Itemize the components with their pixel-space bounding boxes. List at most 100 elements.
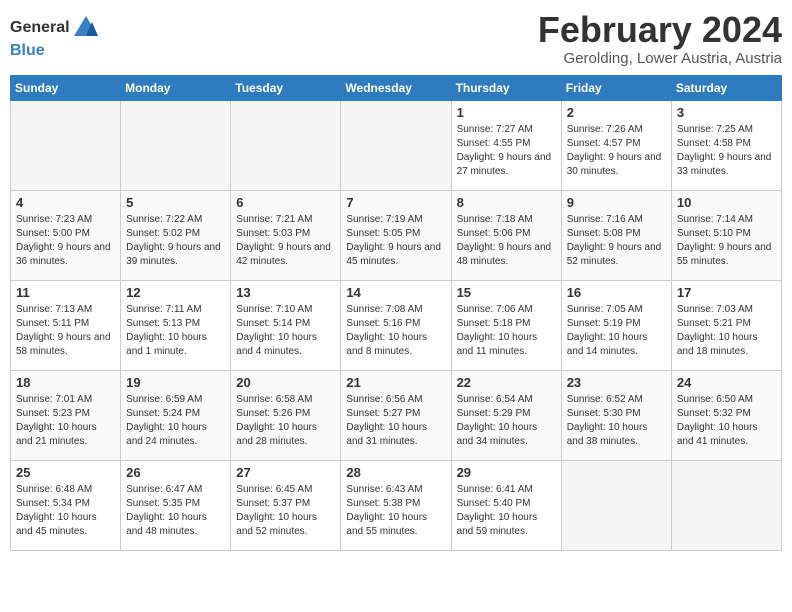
day-info: Sunrise: 6:58 AM Sunset: 5:26 PM Dayligh… — [236, 393, 335, 449]
day-number: 8 — [457, 195, 556, 210]
day-info: Sunrise: 7:14 AM Sunset: 5:10 PM Dayligh… — [677, 213, 776, 269]
title-block: February 2024 Gerolding, Lower Austria, … — [538, 10, 782, 67]
day-info: Sunrise: 7:01 AM Sunset: 5:23 PM Dayligh… — [16, 393, 115, 449]
day-number: 3 — [677, 105, 776, 120]
calendar-cell: 17Sunrise: 7:03 AM Sunset: 5:21 PM Dayli… — [671, 280, 781, 370]
calendar-cell: 6 Sunrise: 7:21 AM Sunset: 5:03 PM Daylig… — [231, 190, 341, 280]
calendar-cell: 16 Sunrise: 7:05 AM Sunset: 5:19 PM Dayli… — [561, 280, 671, 370]
calendar-cell: 9 Sunrise: 7:16 AM Sunset: 5:08 PM Daylig… — [561, 190, 671, 280]
day-number: 27 — [236, 465, 335, 480]
calendar-cell: 14 Sunrise: 7:08 AM Sunset: 5:16 PM Dayli… — [341, 280, 451, 370]
day-info: Sunrise: 7:25 AM Sunset: 4:58 PM Dayligh… — [677, 123, 776, 179]
day-info: Sunrise: 7:22 AM Sunset: 5:02 PM Dayligh… — [126, 213, 225, 269]
day-number: 16 — [567, 285, 666, 300]
calendar-cell: 21 Sunrise: 6:56 AM Sunset: 5:27 PM Dayli… — [341, 370, 451, 460]
day-info: Sunrise: 6:52 AM Sunset: 5:30 PM Dayligh… — [567, 393, 666, 449]
calendar-cell: 19 Sunrise: 6:59 AM Sunset: 5:24 PM Dayli… — [121, 370, 231, 460]
logo: General Blue — [10, 14, 100, 60]
month-year: February 2024 — [538, 10, 782, 50]
day-number: 6 — [236, 195, 335, 210]
calendar-cell: 24 Sunrise: 6:50 AM Sunset: 5:32 PM Dayli… — [671, 370, 781, 460]
day-number: 25 — [16, 465, 115, 480]
day-number: 18 — [16, 375, 115, 390]
weekday-header-friday: Friday — [561, 75, 671, 100]
day-info: Sunrise: 7:26 AM Sunset: 4:57 PM Dayligh… — [567, 123, 666, 179]
calendar-cell — [121, 100, 231, 190]
calendar-cell — [671, 460, 781, 550]
location: Gerolding, Lower Austria, Austria — [538, 50, 782, 67]
logo-blue: Blue — [10, 42, 45, 59]
calendar-cell: 8 Sunrise: 7:18 AM Sunset: 5:06 PM Daylig… — [451, 190, 561, 280]
day-info: Sunrise: 6:56 AM Sunset: 5:27 PM Dayligh… — [346, 393, 445, 449]
day-info: Sunrise: 7:06 AM Sunset: 5:18 PM Dayligh… — [457, 303, 556, 359]
day-info: Sunrise: 6:48 AM Sunset: 5:34 PM Dayligh… — [16, 483, 115, 539]
day-number: 22 — [457, 375, 556, 390]
day-number: 7 — [346, 195, 445, 210]
day-number: 26 — [126, 465, 225, 480]
day-number: 5 — [126, 195, 225, 210]
day-info: Sunrise: 7:18 AM Sunset: 5:06 PM Dayligh… — [457, 213, 556, 269]
day-info: Sunrise: 6:54 AM Sunset: 5:29 PM Dayligh… — [457, 393, 556, 449]
day-info: Sunrise: 7:10 AM Sunset: 5:14 PM Dayligh… — [236, 303, 335, 359]
day-info: Sunrise: 7:05 AM Sunset: 5:19 PM Dayligh… — [567, 303, 666, 359]
calendar-cell — [11, 100, 121, 190]
day-number: 4 — [16, 195, 115, 210]
week-row-1: 1 Sunrise: 7:27 AM Sunset: 4:55 PM Daylig… — [11, 100, 782, 190]
day-number: 14 — [346, 285, 445, 300]
day-number: 1 — [457, 105, 556, 120]
calendar-cell: 1 Sunrise: 7:27 AM Sunset: 4:55 PM Daylig… — [451, 100, 561, 190]
calendar-cell: 4 Sunrise: 7:23 AM Sunset: 5:00 PM Daylig… — [11, 190, 121, 280]
day-info: Sunrise: 7:16 AM Sunset: 5:08 PM Dayligh… — [567, 213, 666, 269]
day-info: Sunrise: 7:11 AM Sunset: 5:13 PM Dayligh… — [126, 303, 225, 359]
weekday-header-wednesday: Wednesday — [341, 75, 451, 100]
calendar-cell: 7Sunrise: 7:19 AM Sunset: 5:05 PM Daylig… — [341, 190, 451, 280]
calendar-cell: 20 Sunrise: 6:58 AM Sunset: 5:26 PM Dayli… — [231, 370, 341, 460]
day-number: 29 — [457, 465, 556, 480]
weekday-header-row: SundayMondayTuesdayWednesdayThursdayFrid… — [11, 75, 782, 100]
day-number: 11 — [16, 285, 115, 300]
week-row-5: 25 Sunrise: 6:48 AM Sunset: 5:34 PM Dayli… — [11, 460, 782, 550]
calendar-cell: 13Sunrise: 7:10 AM Sunset: 5:14 PM Dayli… — [231, 280, 341, 370]
week-row-4: 18 Sunrise: 7:01 AM Sunset: 5:23 PM Dayli… — [11, 370, 782, 460]
day-number: 10 — [677, 195, 776, 210]
day-info: Sunrise: 7:08 AM Sunset: 5:16 PM Dayligh… — [346, 303, 445, 359]
calendar-cell: 2 Sunrise: 7:26 AM Sunset: 4:57 PM Daylig… — [561, 100, 671, 190]
day-info: Sunrise: 7:23 AM Sunset: 5:00 PM Dayligh… — [16, 213, 115, 269]
calendar-table: SundayMondayTuesdayWednesdayThursdayFrid… — [10, 75, 782, 551]
calendar-cell: 22 Sunrise: 6:54 AM Sunset: 5:29 PM Dayli… — [451, 370, 561, 460]
week-row-3: 11 Sunrise: 7:13 AM Sunset: 5:11 PM Dayli… — [11, 280, 782, 370]
calendar-cell: 18 Sunrise: 7:01 AM Sunset: 5:23 PM Dayli… — [11, 370, 121, 460]
weekday-header-monday: Monday — [121, 75, 231, 100]
day-info: Sunrise: 6:41 AM Sunset: 5:40 PM Dayligh… — [457, 483, 556, 539]
day-info: Sunrise: 6:43 AM Sunset: 5:38 PM Dayligh… — [346, 483, 445, 539]
day-number: 21 — [346, 375, 445, 390]
calendar-cell — [231, 100, 341, 190]
logo-general: General — [10, 19, 70, 37]
day-number: 19 — [126, 375, 225, 390]
day-number: 28 — [346, 465, 445, 480]
day-number: 24 — [677, 375, 776, 390]
weekday-header-thursday: Thursday — [451, 75, 561, 100]
day-number: 9 — [567, 195, 666, 210]
day-info: Sunrise: 6:59 AM Sunset: 5:24 PM Dayligh… — [126, 393, 225, 449]
day-number: 12 — [126, 285, 225, 300]
day-number: 15 — [457, 285, 556, 300]
calendar-cell: 29 Sunrise: 6:41 AM Sunset: 5:40 PM Dayli… — [451, 460, 561, 550]
calendar-cell: 10 Sunrise: 7:14 AM Sunset: 5:10 PM Dayli… — [671, 190, 781, 280]
day-info: Sunrise: 6:47 AM Sunset: 5:35 PM Dayligh… — [126, 483, 225, 539]
calendar-cell — [561, 460, 671, 550]
day-info: Sunrise: 7:21 AM Sunset: 5:03 PM Dayligh… — [236, 213, 335, 269]
day-number: 23 — [567, 375, 666, 390]
calendar-cell: 11 Sunrise: 7:13 AM Sunset: 5:11 PM Dayli… — [11, 280, 121, 370]
calendar-cell: 15 Sunrise: 7:06 AM Sunset: 5:18 PM Dayli… — [451, 280, 561, 370]
day-info: Sunrise: 6:50 AM Sunset: 5:32 PM Dayligh… — [677, 393, 776, 449]
calendar-cell: 26 Sunrise: 6:47 AM Sunset: 5:35 PM Dayli… — [121, 460, 231, 550]
day-info: Sunrise: 7:27 AM Sunset: 4:55 PM Dayligh… — [457, 123, 556, 179]
day-number: 20 — [236, 375, 335, 390]
calendar-cell: 5 Sunrise: 7:22 AM Sunset: 5:02 PM Daylig… — [121, 190, 231, 280]
logo-icon — [72, 14, 100, 42]
calendar-cell: 25 Sunrise: 6:48 AM Sunset: 5:34 PM Dayli… — [11, 460, 121, 550]
day-info: Sunrise: 7:13 AM Sunset: 5:11 PM Dayligh… — [16, 303, 115, 359]
day-number: 2 — [567, 105, 666, 120]
calendar-cell: 3 Sunrise: 7:25 AM Sunset: 4:58 PM Daylig… — [671, 100, 781, 190]
